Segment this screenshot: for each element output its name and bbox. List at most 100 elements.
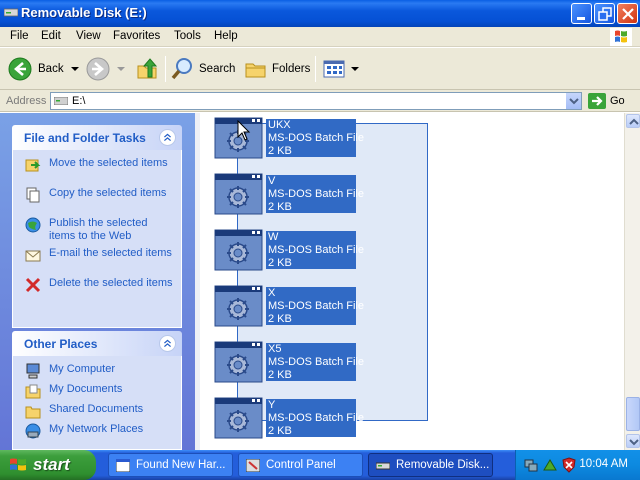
address-label: Address [6, 95, 47, 107]
task-copy[interactable]: Copy the selected items [13, 186, 181, 216]
folders-label: Folders [272, 63, 311, 75]
task-delete[interactable]: Delete the selected items [13, 276, 181, 306]
file-item[interactable]: X MS-DOS Batch File 2 KB [214, 285, 364, 327]
menu-edit[interactable]: Edit [41, 30, 61, 42]
folders-button[interactable]: Folders [244, 55, 310, 83]
task-email[interactable]: E-mail the selected items [13, 246, 181, 276]
taskbar: start Found New Har... Control Panel Rem… [0, 450, 640, 480]
file-size: 2 KB [268, 257, 292, 269]
maximize-icon [598, 7, 612, 21]
file-name: X5 [268, 343, 282, 355]
toolbar: Back Search Folders [0, 48, 640, 90]
file-size: 2 KB [268, 425, 292, 437]
title-bar[interactable]: Removable Disk (E:) [0, 0, 640, 27]
collapse-chevron-icon[interactable] [159, 335, 176, 352]
menu-favorites[interactable]: Favorites [113, 30, 160, 42]
menu-file[interactable]: File [10, 30, 29, 42]
security-shield-icon[interactable] [561, 457, 577, 473]
forward-button[interactable] [86, 55, 126, 83]
back-button[interactable]: Back [8, 55, 80, 83]
scroll-down-button[interactable] [626, 434, 640, 448]
file-name: W [268, 231, 279, 243]
file-type: MS-DOS Batch File [268, 244, 364, 256]
file-label-box: W MS-DOS Batch File 2 KB [266, 231, 364, 269]
views-button[interactable] [322, 55, 360, 83]
task-publish[interactable]: Publish the selected items to the Web [13, 216, 181, 246]
place-network-places[interactable]: My Network Places [13, 422, 181, 442]
file-item[interactable]: W MS-DOS Batch File 2 KB [214, 229, 364, 271]
start-button[interactable]: start [0, 450, 96, 480]
taskbar-button-removable-disk[interactable]: Removable Disk... [368, 453, 493, 477]
batch-file-icon [214, 341, 263, 383]
my-documents-icon [25, 384, 41, 399]
place-shared-documents[interactable]: Shared Documents [13, 402, 181, 422]
other-places-panel: Other Places My Computer My Documents Sh… [12, 331, 182, 450]
maximize-button[interactable] [594, 3, 615, 24]
taskbar-button-found-new-hardware[interactable]: Found New Har... [108, 453, 233, 477]
start-label: start [33, 455, 70, 474]
dropdown-arrow-icon[interactable] [350, 64, 360, 74]
scroll-up-button[interactable] [626, 114, 640, 128]
file-label-box: X5 MS-DOS Batch File 2 KB [266, 343, 364, 381]
file-item[interactable]: Y MS-DOS Batch File 2 KB [214, 397, 364, 439]
file-item[interactable]: X5 MS-DOS Batch File 2 KB [214, 341, 364, 383]
panel-header[interactable]: File and Folder Tasks [12, 125, 182, 150]
file-item[interactable]: UKX MS-DOS Batch File 2 KB [214, 117, 364, 159]
menu-view[interactable]: View [76, 30, 101, 42]
move-icon [25, 159, 41, 172]
dropdown-arrow-icon [117, 67, 125, 71]
vertical-scrollbar[interactable] [624, 113, 640, 450]
minimize-icon [577, 17, 585, 20]
publish-web-icon [25, 217, 41, 233]
system-tray: 10:04 AM [515, 450, 640, 480]
file-type: MS-DOS Batch File [268, 132, 364, 144]
task-label: Copy the selected items [49, 187, 167, 199]
network-tray-icon[interactable] [523, 457, 539, 473]
scroll-thumb[interactable] [626, 397, 640, 431]
panel-title: Other Places [24, 337, 98, 351]
collapse-chevron-icon[interactable] [159, 129, 176, 146]
file-item[interactable]: V MS-DOS Batch File 2 KB [214, 173, 364, 215]
address-bar: Address E:\ Go [0, 90, 640, 112]
file-label-box: UKX MS-DOS Batch File 2 KB [266, 119, 364, 157]
control-panel-icon [246, 459, 260, 472]
task-label: E-mail the selected items [49, 247, 172, 259]
panel-header[interactable]: Other Places [12, 331, 182, 356]
panel-body: My Computer My Documents Shared Document… [12, 356, 182, 450]
taskbar-button-control-panel[interactable]: Control Panel [238, 453, 363, 477]
up-folder-button[interactable] [135, 55, 159, 83]
file-size: 2 KB [268, 313, 292, 325]
batch-file-icon [214, 285, 263, 327]
address-input[interactable]: E:\ [50, 92, 582, 110]
close-button[interactable] [617, 3, 638, 24]
search-button[interactable]: Search [171, 55, 235, 83]
email-icon [25, 250, 41, 262]
panel-body: Move the selected items Copy the selecte… [12, 150, 182, 328]
go-button[interactable]: Go [588, 92, 625, 110]
views-icon [323, 60, 345, 78]
file-name: UKX [268, 119, 291, 131]
drive-icon [376, 462, 390, 470]
file-size: 2 KB [268, 201, 292, 213]
batch-file-icon [214, 173, 263, 215]
dropdown-arrow-icon[interactable] [70, 64, 80, 74]
minimize-button[interactable] [571, 3, 592, 24]
hardware-tray-icon[interactable] [542, 457, 558, 473]
copy-icon [26, 187, 40, 203]
menu-tools[interactable]: Tools [174, 30, 201, 42]
menu-help[interactable]: Help [214, 30, 238, 42]
task-move[interactable]: Move the selected items [13, 156, 181, 186]
back-label: Back [38, 63, 64, 75]
file-label-box: X MS-DOS Batch File 2 KB [266, 287, 364, 325]
place-label: My Network Places [49, 423, 144, 435]
place-my-computer[interactable]: My Computer [13, 362, 181, 382]
delete-icon [25, 277, 41, 293]
folders-icon [245, 63, 266, 78]
file-name: X [268, 287, 276, 299]
place-my-documents[interactable]: My Documents [13, 382, 181, 402]
address-dropdown-button[interactable] [565, 93, 581, 109]
file-label-box: Y MS-DOS Batch File 2 KB [266, 399, 364, 437]
place-label: Shared Documents [49, 403, 144, 415]
go-arrow-icon [588, 93, 606, 109]
network-places-icon [25, 423, 41, 439]
